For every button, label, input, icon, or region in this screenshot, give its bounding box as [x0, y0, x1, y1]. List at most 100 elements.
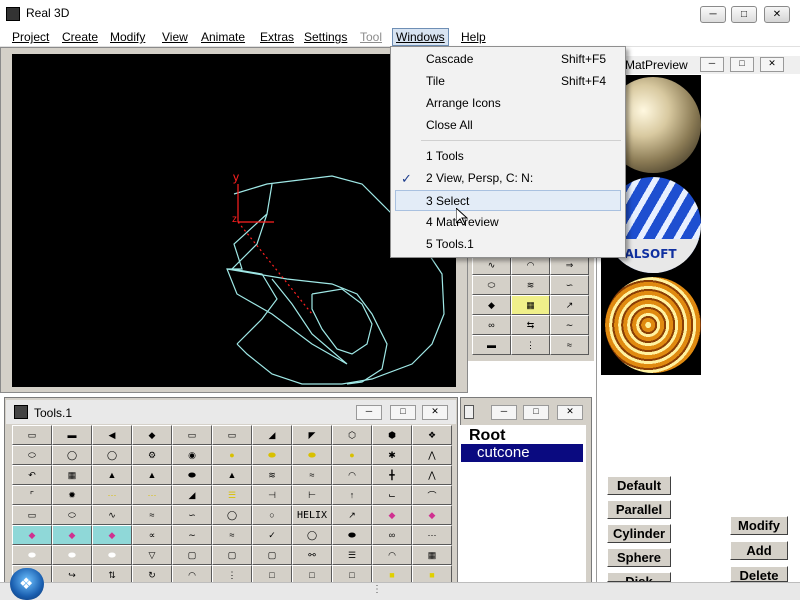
add-button[interactable]: Add	[730, 541, 788, 560]
default-button[interactable]: Default	[607, 476, 671, 495]
tool-button[interactable]: ⋯	[132, 485, 172, 505]
tool-button[interactable]: ▽	[132, 545, 172, 565]
tree-item-selected[interactable]: cutcone	[461, 444, 583, 462]
tool-button[interactable]: ◆	[52, 525, 92, 545]
minimize-button[interactable]: ─	[700, 6, 726, 23]
menu-item-tools[interactable]: 1 Tools	[391, 146, 625, 167]
maximize-button[interactable]: □	[731, 6, 757, 23]
tool-button[interactable]: ▦	[412, 545, 452, 565]
tools1-maximize-button[interactable]: □	[390, 405, 416, 420]
tool-button[interactable]: ∽	[550, 275, 589, 295]
tool-button[interactable]: ⌜	[12, 485, 52, 505]
tool-button[interactable]: ∽	[172, 505, 212, 525]
tool-button[interactable]: ⋀	[412, 445, 452, 465]
tool-button[interactable]: ◤	[292, 425, 332, 445]
tool-button[interactable]: ⊢	[292, 485, 332, 505]
tool-button[interactable]: ◠	[511, 255, 550, 275]
tool-button[interactable]: ⬭	[472, 275, 511, 295]
cylinder-button[interactable]: Cylinder	[607, 524, 671, 543]
tool-button[interactable]: ◠	[372, 545, 412, 565]
tool-button[interactable]: ≋	[511, 275, 550, 295]
tool-button[interactable]: ∞	[472, 315, 511, 335]
tool-button[interactable]: ⬢	[372, 425, 412, 445]
tool-button[interactable]: ⋯	[412, 525, 452, 545]
menu-item-view-persp[interactable]: ✓ 2 View, Persp, C: N:	[391, 168, 625, 189]
menu-tool[interactable]: Tool	[357, 29, 385, 45]
tool-button[interactable]: ◢	[172, 485, 212, 505]
tool-button[interactable]: ↗	[332, 505, 372, 525]
tool-button[interactable]: ⬭	[52, 505, 92, 525]
hierarchy-close-button[interactable]: ✕	[557, 405, 583, 420]
parallel-button[interactable]: Parallel	[607, 500, 671, 519]
tool-button[interactable]: ↗	[550, 295, 589, 315]
close-button[interactable]: ✕	[764, 6, 790, 23]
tool-button[interactable]: ⋀	[412, 465, 452, 485]
menu-item-cascade[interactable]: Cascade Shift+F5	[391, 49, 625, 70]
tool-button[interactable]: ▢	[252, 545, 292, 565]
tree-root[interactable]: Root	[469, 427, 505, 445]
matpreview-maximize-button[interactable]: □	[730, 57, 754, 72]
tool-button[interactable]: ◯	[292, 525, 332, 545]
tool-button[interactable]: ✓	[252, 525, 292, 545]
tool-button[interactable]: ▬	[472, 335, 511, 355]
hierarchy-maximize-button[interactable]: □	[523, 405, 549, 420]
tool-button[interactable]: ≋	[252, 465, 292, 485]
menu-settings[interactable]: Settings	[301, 29, 350, 45]
tool-button[interactable]: ▢	[212, 545, 252, 565]
tool-button[interactable]: ∝	[132, 525, 172, 545]
tool-button[interactable]: ⬭	[12, 445, 52, 465]
tool-button[interactable]: ⌙	[372, 485, 412, 505]
menu-create[interactable]: Create	[59, 29, 101, 45]
menu-modify[interactable]: Modify	[107, 29, 148, 45]
tool-button[interactable]: ⋮	[511, 335, 550, 355]
tool-button[interactable]: ☰	[212, 485, 252, 505]
tool-button[interactable]: ◆	[12, 525, 52, 545]
tool-button[interactable]: ◆	[92, 525, 132, 545]
tool-button[interactable]: ∿	[92, 505, 132, 525]
tool-button[interactable]: ∼	[172, 525, 212, 545]
tool-button[interactable]: ⬡	[332, 425, 372, 445]
menu-item-matpreview[interactable]: 4 MatPreview	[391, 212, 625, 233]
tool-button[interactable]: ⋯	[92, 485, 132, 505]
tool-button[interactable]: ▲	[132, 465, 172, 485]
menu-view[interactable]: View	[159, 29, 191, 45]
disk-button[interactable]: Disk	[607, 572, 671, 582]
tool-button[interactable]: ≈	[132, 505, 172, 525]
matpreview-minimize-button[interactable]: ─	[700, 57, 724, 72]
sphere-button[interactable]: Sphere	[607, 548, 671, 567]
tools1-minimize-button[interactable]: ─	[356, 405, 382, 420]
app-icon[interactable]	[6, 7, 20, 21]
menu-project[interactable]: Project	[9, 29, 52, 45]
menu-extras[interactable]: Extras	[257, 29, 297, 45]
tool-button[interactable]: ⬬	[92, 545, 132, 565]
menu-item-close-all[interactable]: Close All	[391, 115, 625, 136]
tool-button[interactable]: ⇒	[550, 255, 589, 275]
material-thumbnail-wood[interactable]	[601, 275, 701, 375]
tool-button[interactable]: ∿	[472, 255, 511, 275]
tool-button[interactable]: ⚯	[292, 545, 332, 565]
menu-help[interactable]: Help	[458, 29, 489, 45]
tool-button[interactable]: ⬬	[332, 525, 372, 545]
tool-button[interactable]: ◯	[212, 505, 252, 525]
tool-button[interactable]: ❖	[412, 425, 452, 445]
tool-button[interactable]: ∞	[372, 525, 412, 545]
tool-button[interactable]: ▭	[12, 425, 52, 445]
menu-item-tile[interactable]: Tile Shift+F4	[391, 71, 625, 92]
tool-button[interactable]: ▦	[511, 295, 550, 315]
tool-button[interactable]: ◯	[92, 445, 132, 465]
menu-windows[interactable]: Windows	[392, 28, 449, 46]
tool-button[interactable]: ▢	[172, 545, 212, 565]
tool-button[interactable]: ▭	[212, 425, 252, 445]
tools1-close-button[interactable]: ✕	[422, 405, 448, 420]
tool-button[interactable]: ▲	[92, 465, 132, 485]
tool-button[interactable]: ↑	[332, 485, 372, 505]
tool-button[interactable]: ⬬	[52, 545, 92, 565]
start-button[interactable]: ❖	[10, 568, 44, 600]
tool-button[interactable]: ◠	[332, 465, 372, 485]
tool-button[interactable]: ◆	[472, 295, 511, 315]
menu-item-arrange-icons[interactable]: Arrange Icons	[391, 93, 625, 114]
tool-button[interactable]: ✹	[52, 485, 92, 505]
tool-button[interactable]: ⌒	[412, 485, 452, 505]
tool-button[interactable]: ⚙	[132, 445, 172, 465]
tool-button[interactable]: ▭	[172, 425, 212, 445]
